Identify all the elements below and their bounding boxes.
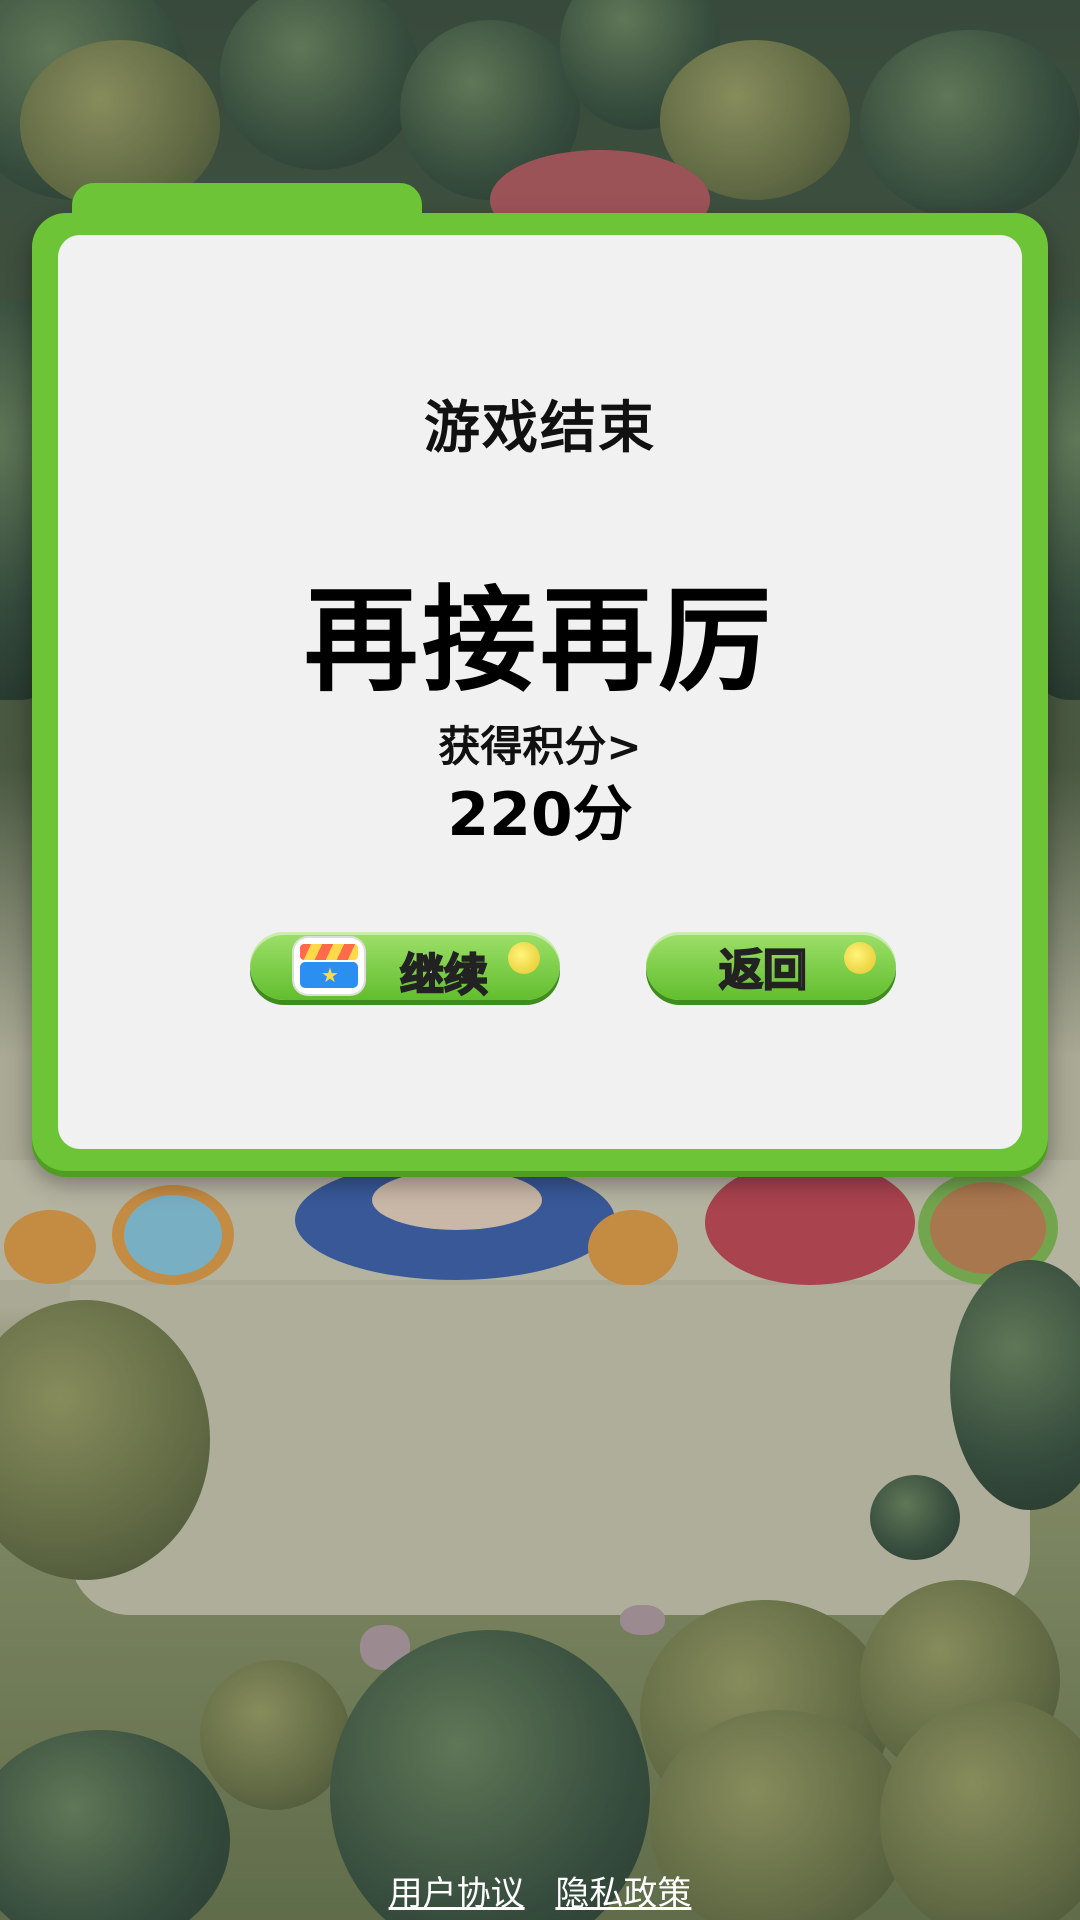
footer-links: 用户协议 隐私政策	[0, 1866, 1080, 1915]
continue-button-label: 继续	[399, 949, 489, 1002]
user-agreement-link[interactable]: 用户协议	[389, 1874, 525, 1914]
score-label: 获得积分>	[438, 722, 642, 771]
back-button-label: 返回	[718, 944, 808, 997]
encouragement-message: 再接再厉	[303, 574, 776, 707]
continue-button[interactable]: ★ 继续	[250, 932, 560, 1002]
back-button[interactable]: 返回	[646, 932, 896, 1000]
score-value: 220分	[447, 780, 633, 850]
game-over-dialog: 游戏结束 再接再厉 获得积分> 220分 ★ 继续 返回	[32, 183, 1048, 1171]
coin-icon	[844, 942, 876, 974]
dialog-title: 游戏结束	[424, 396, 656, 461]
dialog-panel: 游戏结束 再接再厉 获得积分> 220分 ★ 继续 返回	[58, 235, 1022, 1149]
clapperboard-icon: ★	[294, 938, 364, 994]
coin-icon	[508, 942, 540, 974]
privacy-policy-link[interactable]: 隐私政策	[555, 1874, 691, 1914]
dialog-tab	[72, 183, 422, 233]
